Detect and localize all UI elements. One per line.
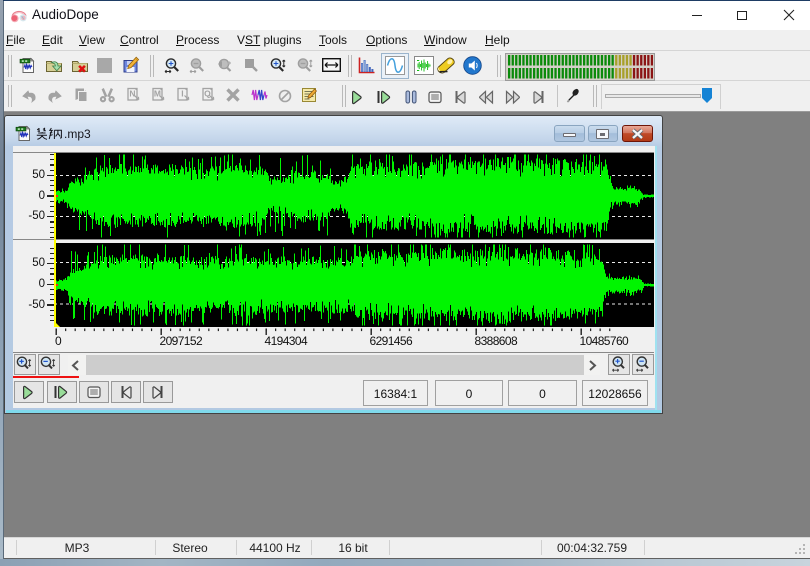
svg-text:N: N <box>129 89 135 99</box>
svg-text:Q: Q <box>204 89 211 99</box>
svg-text:I: I <box>181 89 183 99</box>
svg-text:M: M <box>154 89 161 99</box>
